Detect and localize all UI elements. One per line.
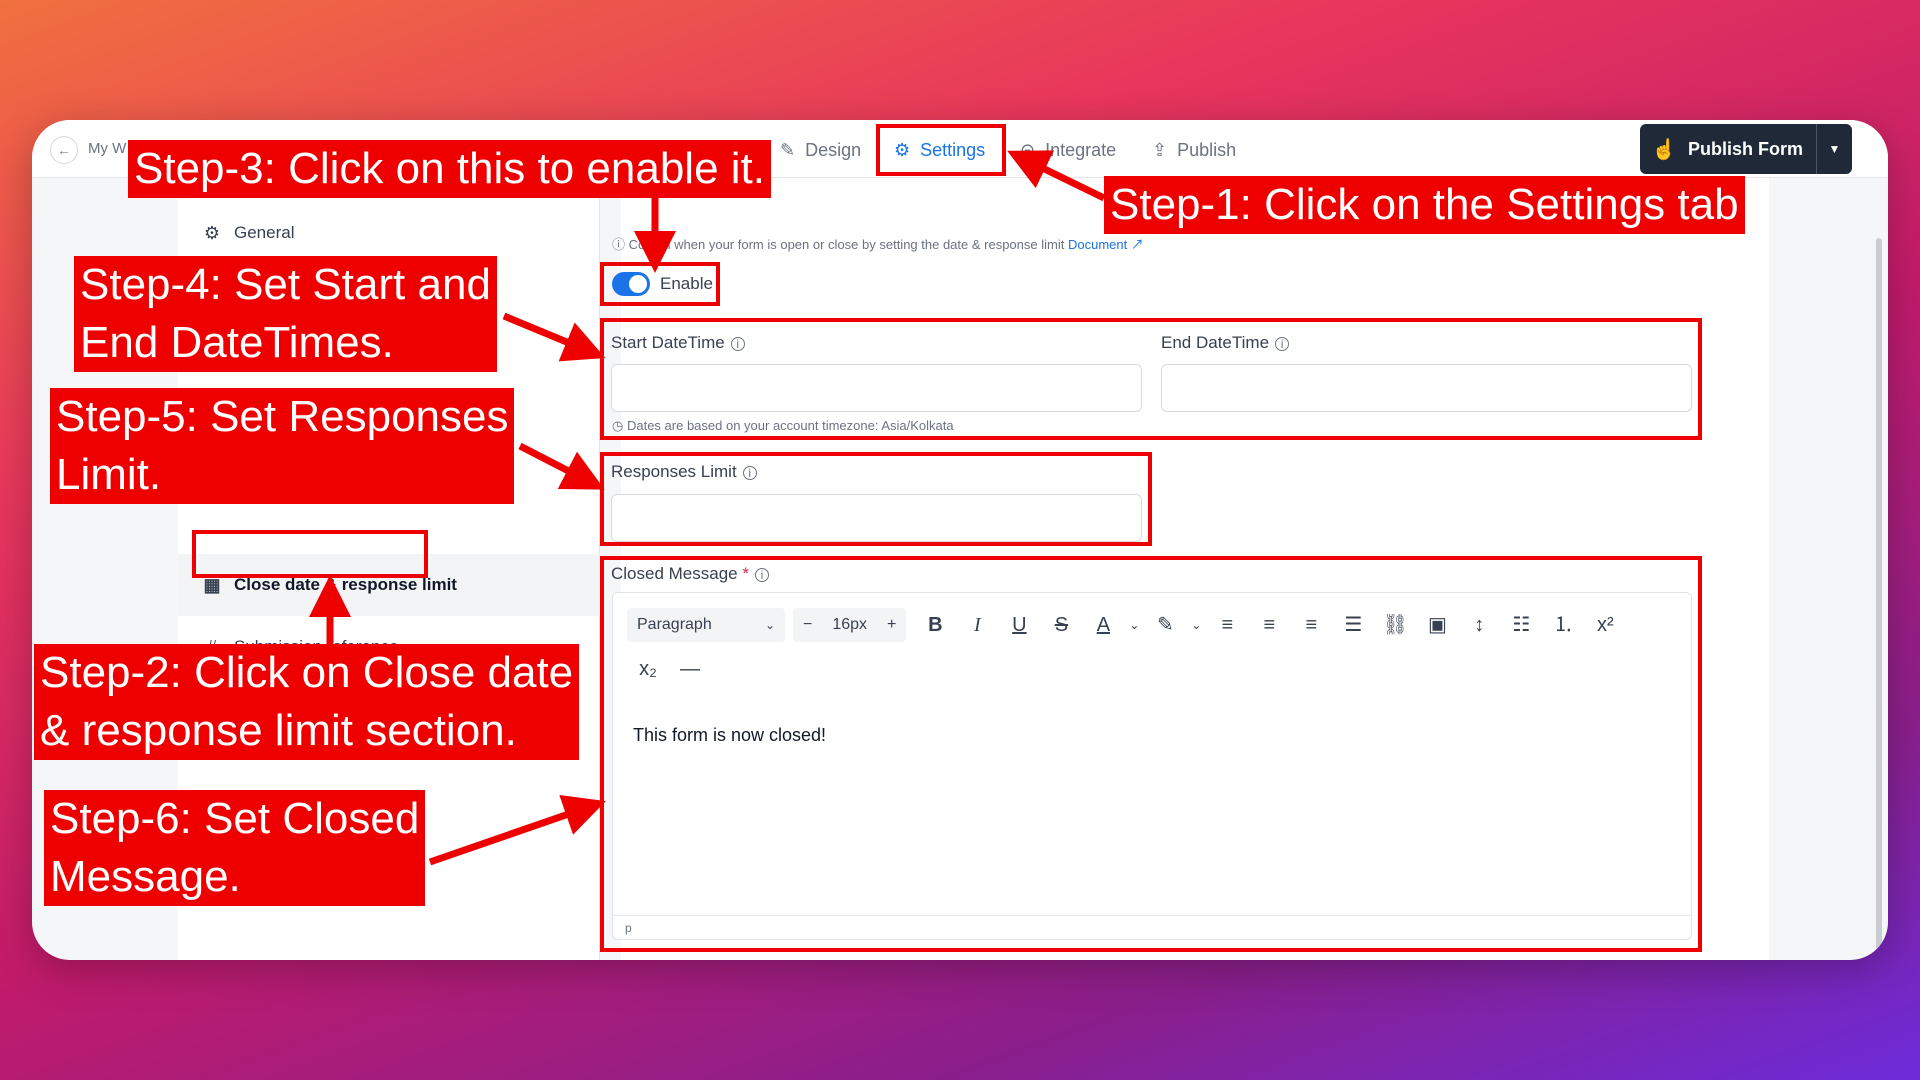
- publish-form-label: Publish Form: [1688, 138, 1804, 159]
- highlight-settings-tab: [876, 124, 1006, 176]
- callout-step4: Step-4: Set Start and End DateTimes.: [74, 256, 497, 372]
- share-icon: ⇪: [1152, 139, 1168, 160]
- hint-text: Control when your form is open or close …: [628, 237, 1065, 252]
- callout-step5: Step-5: Set Responses Limit.: [50, 388, 515, 504]
- tab-integrate[interactable]: ⊝ Integrate: [1020, 134, 1116, 166]
- back-button[interactable]: ←: [50, 136, 78, 164]
- callout-step1: Step-1: Click on the Settings tab: [1104, 176, 1745, 234]
- callout-step6: Step-6: Set Closed Message.: [44, 790, 426, 906]
- external-link-icon: ↗: [1130, 237, 1144, 252]
- tab-design-label: Design: [805, 139, 862, 160]
- brush-icon: ✎: [780, 139, 796, 160]
- sidebar-item-label: General: [234, 223, 295, 242]
- info-icon: ⓘ: [612, 237, 629, 252]
- tab-publish[interactable]: ⇪ Publish: [1152, 134, 1236, 166]
- chevron-down-icon[interactable]: ▼: [1816, 124, 1852, 174]
- link-icon: ⊝: [1020, 139, 1036, 160]
- highlight-closed-message: [600, 556, 1702, 952]
- gear-icon: ⚙: [203, 222, 221, 243]
- document-link[interactable]: Document: [1068, 237, 1127, 252]
- settings-hint: ⓘ Control when your form is open or clos…: [612, 234, 1144, 253]
- tab-design[interactable]: ✎ Design: [780, 134, 861, 166]
- publish-form-button[interactable]: ☝ Publish Form ▼: [1640, 124, 1852, 174]
- highlight-responses-limit: [600, 452, 1152, 546]
- callout-step3: Step-3: Click on this to enable it.: [128, 140, 771, 198]
- sidebar-item-label: Close date & response limit: [234, 575, 457, 594]
- highlight-close-date-item: [192, 530, 428, 578]
- sidebar-item-general[interactable]: ⚙ General: [202, 218, 295, 248]
- scrollbar[interactable]: [1876, 238, 1882, 958]
- tab-integrate-label: Integrate: [1045, 139, 1117, 160]
- arrow-left-icon: ←: [57, 142, 71, 158]
- highlight-enable-toggle: [600, 262, 720, 306]
- highlight-datetimes: [600, 318, 1702, 440]
- hand-pointer-icon: ☝: [1651, 138, 1677, 161]
- breadcrumb[interactable]: My W: [88, 140, 126, 157]
- tab-publish-label: Publish: [1177, 139, 1237, 160]
- callout-step2: Step-2: Click on Close date & response l…: [34, 644, 580, 760]
